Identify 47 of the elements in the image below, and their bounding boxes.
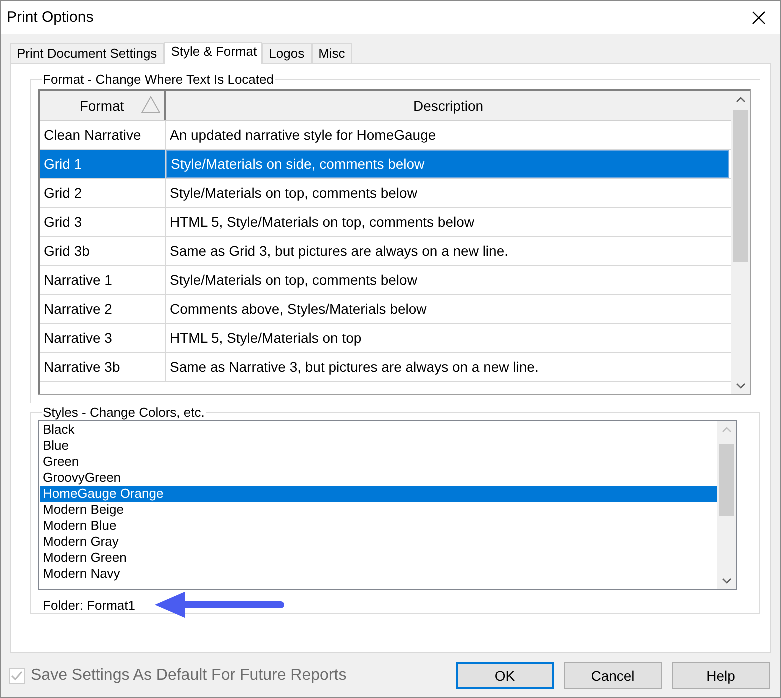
folder-label: Folder: Format1 (43, 598, 136, 612)
scrollbar[interactable] (731, 91, 750, 394)
scroll-thumb[interactable] (733, 110, 748, 262)
table-cell[interactable]: HTML 5, Style/Materials on top (166, 324, 731, 352)
table-cell[interactable]: HTML 5, Style/Materials on top, comments below (166, 208, 731, 236)
sort-ascending-icon[interactable] (141, 96, 161, 114)
group-title: Format - Change Where Text Is Located (42, 72, 275, 87)
list-item[interactable]: Modern Blue (40, 518, 717, 534)
tab[interactable]: Style & Format (164, 42, 262, 64)
tab[interactable]: Logos (262, 43, 312, 63)
list-item[interactable]: Modern Gray (40, 534, 717, 550)
dialog-button[interactable]: Cancel (564, 662, 662, 689)
list-item[interactable]: HomeGauge Orange (40, 486, 717, 502)
table-cell[interactable]: Narrative 3 (40, 324, 166, 352)
table-cell[interactable]: Same as Grid 3, but pictures are always on a new line. (166, 237, 731, 265)
table-cell[interactable]: Grid 2 (40, 179, 166, 207)
list-item[interactable]: Blue (40, 438, 717, 454)
group-title: Styles - Change Colors, etc. (42, 405, 206, 420)
list-item[interactable]: Black (40, 422, 717, 438)
dialog-button[interactable]: Help (672, 662, 770, 689)
column-header[interactable]: Format (40, 91, 166, 120)
close-icon[interactable] (752, 10, 766, 24)
table-cell[interactable]: Style/Materials on top, comments below (166, 179, 731, 207)
table-cell[interactable]: Same as Narrative 3, but pictures are always on a new line. (166, 353, 731, 381)
table-cell[interactable]: Clean Narrative (40, 121, 166, 149)
table-cell[interactable]: Comments above, Styles/Materials below (166, 295, 731, 323)
list-item[interactable]: Green (40, 454, 717, 470)
table-cell[interactable]: Style/Materials on top, comments below (166, 266, 731, 294)
table-cell[interactable]: Grid 3b (40, 237, 166, 265)
list-item[interactable]: Modern Navy (40, 566, 717, 582)
list-item[interactable]: Modern Beige (40, 502, 717, 518)
tab[interactable]: Print Document Settings (10, 43, 164, 63)
tab[interactable]: Misc (312, 43, 352, 63)
scroll-thumb[interactable] (719, 444, 734, 516)
table-cell[interactable]: Narrative 3b (40, 353, 166, 381)
list-item[interactable]: Modern Green (40, 550, 717, 566)
table-cell[interactable]: Style/Materials on side, comments below (166, 150, 729, 178)
table-cell[interactable]: Grid 3 (40, 208, 166, 236)
dialog-button[interactable]: OK (456, 662, 554, 689)
list-item[interactable]: GroovyGreen (40, 470, 717, 486)
table-cell[interactable]: Narrative 1 (40, 266, 166, 294)
table-cell[interactable]: Grid 1 (40, 150, 166, 178)
window-title: Print Options (7, 9, 94, 26)
table-cell[interactable]: An updated narrative style for HomeGauge (166, 121, 731, 149)
scrollbar[interactable] (717, 421, 736, 589)
column-header[interactable]: Description (166, 91, 731, 120)
table-cell[interactable]: Narrative 2 (40, 295, 166, 323)
